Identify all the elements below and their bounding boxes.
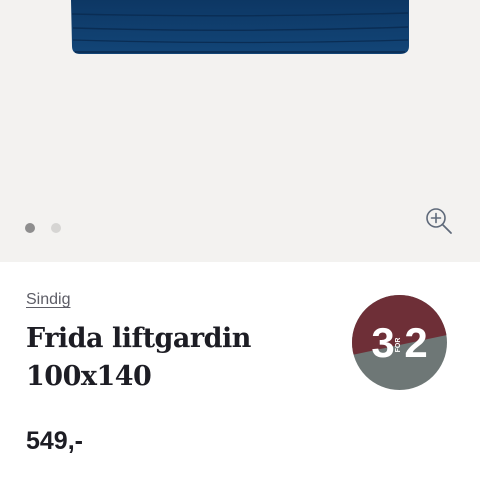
- product-price: 549,-: [26, 427, 83, 455]
- promo-badge-3-for-2: 3 FOR 2: [352, 295, 447, 390]
- product-image-gallery[interactable]: [0, 0, 480, 262]
- badge-number-right: 2: [404, 319, 427, 366]
- carousel-dots: [25, 223, 61, 233]
- product-title: Frida liftgardin 100x140: [26, 320, 326, 396]
- brand-link[interactable]: Sindig: [26, 291, 70, 309]
- zoom-button[interactable]: [424, 206, 454, 236]
- badge-for-text: FOR: [395, 338, 402, 353]
- zoom-in-icon: [426, 208, 452, 234]
- carousel-dot-1[interactable]: [25, 223, 35, 233]
- carousel-dot-2[interactable]: [51, 223, 61, 233]
- product-image: [71, 0, 409, 54]
- product-title-line-1: Frida liftgardin: [26, 323, 251, 354]
- product-info: Sindig Frida liftgardin 100x140 549,- 3 …: [0, 262, 480, 480]
- badge-number-left: 3: [371, 319, 394, 366]
- product-title-line-2: 100x140: [26, 361, 152, 392]
